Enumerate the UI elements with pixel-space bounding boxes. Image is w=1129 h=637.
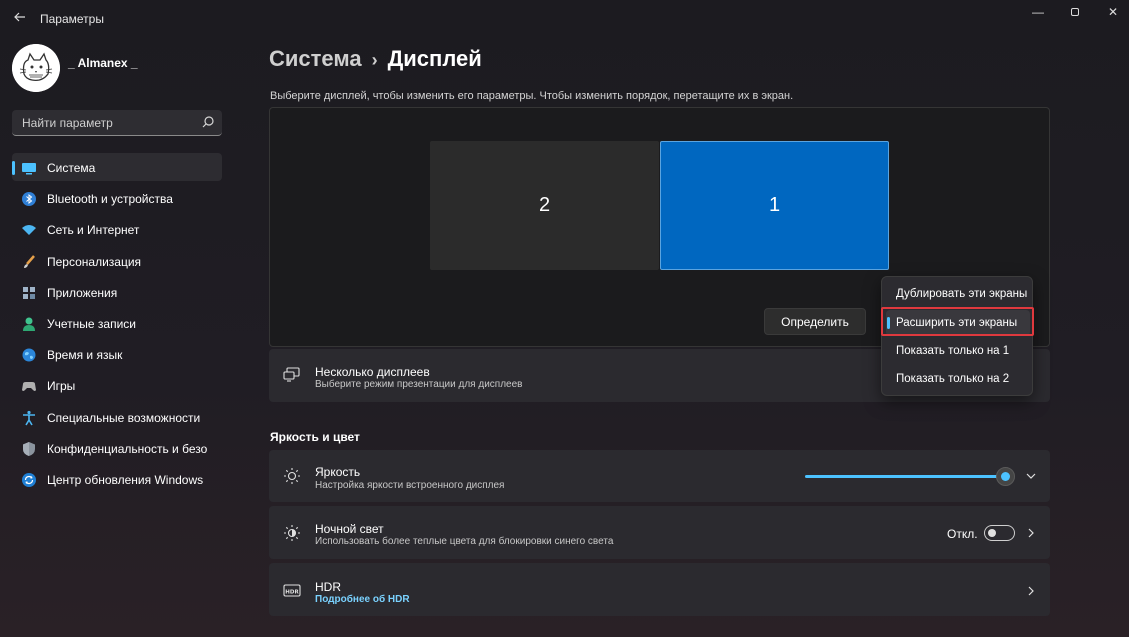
search-icon[interactable]: [201, 115, 215, 129]
monitor-1[interactable]: 1: [660, 141, 889, 270]
sidebar-item-privacy[interactable]: Конфиденциальность и безопасность: [12, 434, 222, 462]
monitor-2[interactable]: 2: [430, 141, 659, 270]
night-light-subtitle: Использовать более теплые цвета для блок…: [315, 536, 614, 547]
user-name: _ Almanex _: [68, 56, 138, 70]
section-brightness-color: Яркость и цвет: [270, 430, 360, 444]
menu-item-duplicate[interactable]: Дублировать эти экраны: [886, 281, 1030, 307]
sidebar-item-apps[interactable]: Приложения: [12, 278, 222, 306]
highlight-annotation-box: [881, 307, 1034, 336]
chevron-right-icon[interactable]: [1025, 527, 1037, 539]
breadcrumb: Система › Дисплей: [269, 46, 482, 72]
brightness-title: Яркость: [315, 465, 361, 479]
maximize-icon: [1071, 8, 1079, 16]
search-input[interactable]: [22, 114, 192, 132]
brightness-slider-thumb[interactable]: [996, 467, 1015, 486]
sidebar-item-accounts[interactable]: Учетные записи: [12, 309, 222, 337]
multiple-displays-icon: [283, 367, 300, 382]
shield-icon: [23, 441, 35, 456]
svg-text:HDR: HDR: [285, 589, 299, 595]
brightness-slider-track[interactable]: [805, 475, 1005, 478]
cat-avatar-icon: [12, 44, 60, 92]
hdr-icon: HDR: [283, 584, 301, 597]
projection-mode-menu: Дублировать эти экраны Расширить эти экр…: [881, 276, 1033, 396]
apps-icon: [23, 286, 35, 299]
title-bar: Параметры — ✕: [0, 0, 1129, 36]
menu-item-show-only-2[interactable]: Показать только на 2: [886, 366, 1030, 392]
bluetooth-icon: [22, 192, 36, 207]
sidebar-item-label: Специальные возможности: [47, 410, 201, 425]
gamepad-icon: [22, 382, 36, 392]
night-light-toggle[interactable]: [984, 525, 1015, 541]
breadcrumb-parent[interactable]: Система: [269, 46, 362, 71]
arrange-instructions: Выберите дисплей, чтобы изменить его пар…: [270, 90, 794, 102]
search-box[interactable]: [12, 110, 222, 136]
sidebar-item-bluetooth[interactable]: Bluetooth и устройства: [12, 184, 222, 212]
sidebar-item-label: Персонализация: [47, 254, 142, 269]
sidebar-item-label: Учетные записи: [47, 316, 136, 331]
brightness-subtitle: Настройка яркости встроенного дисплея: [315, 480, 505, 491]
hdr-card[interactable]: HDR HDR Подробнее об HDR: [269, 563, 1050, 616]
minimize-button[interactable]: —: [1023, 2, 1053, 22]
accessibility-icon: [23, 410, 35, 425]
sidebar-item-windows-update[interactable]: Центр обновления Windows: [12, 465, 222, 493]
sidebar-item-label: Центр обновления Windows: [47, 472, 204, 487]
close-button[interactable]: ✕: [1098, 2, 1128, 22]
brightness-card[interactable]: Яркость Настройка яркости встроенного ди…: [269, 450, 1050, 502]
sidebar-item-time-language[interactable]: Время и язык: [12, 340, 222, 368]
globe-icon: [22, 348, 36, 362]
breadcrumb-separator: ›: [371, 50, 378, 70]
update-icon: [22, 472, 36, 487]
night-light-card[interactable]: Ночной свет Использовать более теплые цв…: [269, 506, 1050, 559]
chevron-right-icon[interactable]: [1025, 585, 1037, 597]
multiple-displays-title: Несколько дисплеев: [315, 365, 430, 379]
sidebar-item-label: Приложения: [47, 285, 118, 300]
maximize-button[interactable]: [1060, 2, 1090, 22]
window-title: Параметры: [40, 12, 104, 26]
sidebar-item-gaming[interactable]: Игры: [12, 371, 222, 399]
menu-item-show-only-1[interactable]: Показать только на 1: [886, 338, 1030, 364]
sidebar-item-label: Сеть и Интернет: [47, 223, 140, 238]
active-indicator: [12, 161, 15, 175]
sidebar-item-network[interactable]: Сеть и Интернет: [12, 215, 222, 243]
chevron-down-icon[interactable]: [1025, 470, 1037, 482]
page-title: Дисплей: [387, 46, 482, 71]
sun-icon: [284, 468, 300, 484]
sidebar-item-label: Игры: [47, 379, 76, 394]
avatar[interactable]: [12, 44, 60, 92]
identify-button[interactable]: Определить: [764, 308, 866, 335]
night-light-title: Ночной свет: [315, 522, 384, 536]
multiple-displays-subtitle: Выберите режим презентации для дисплеев: [315, 379, 523, 390]
back-arrow-icon[interactable]: [10, 9, 30, 29]
toggle-knob: [988, 529, 996, 537]
hdr-learn-more-link[interactable]: Подробнее об HDR: [315, 594, 410, 605]
hdr-title: HDR: [315, 580, 341, 594]
sidebar-item-personalization[interactable]: Персонализация: [12, 247, 222, 275]
brush-icon: [24, 254, 35, 268]
sidebar-item-accessibility[interactable]: Специальные возможности: [12, 403, 222, 431]
account-icon: [23, 317, 35, 331]
night-light-icon: [284, 525, 300, 541]
sidebar-item-label: Система: [47, 161, 96, 175]
sidebar-item-label: Конфиденциальность и безопасность: [47, 441, 207, 456]
sidebar-item-label: Время и язык: [47, 348, 123, 363]
system-icon: [22, 163, 36, 175]
wifi-icon: [22, 225, 36, 236]
sidebar-item-system[interactable]: Система: [12, 153, 222, 181]
night-light-state: Откл.: [947, 527, 978, 541]
sidebar-item-label: Bluetooth и устройства: [47, 192, 173, 207]
sidebar-nav: Система Bluetooth и устройства Сеть и Ин…: [12, 153, 222, 496]
